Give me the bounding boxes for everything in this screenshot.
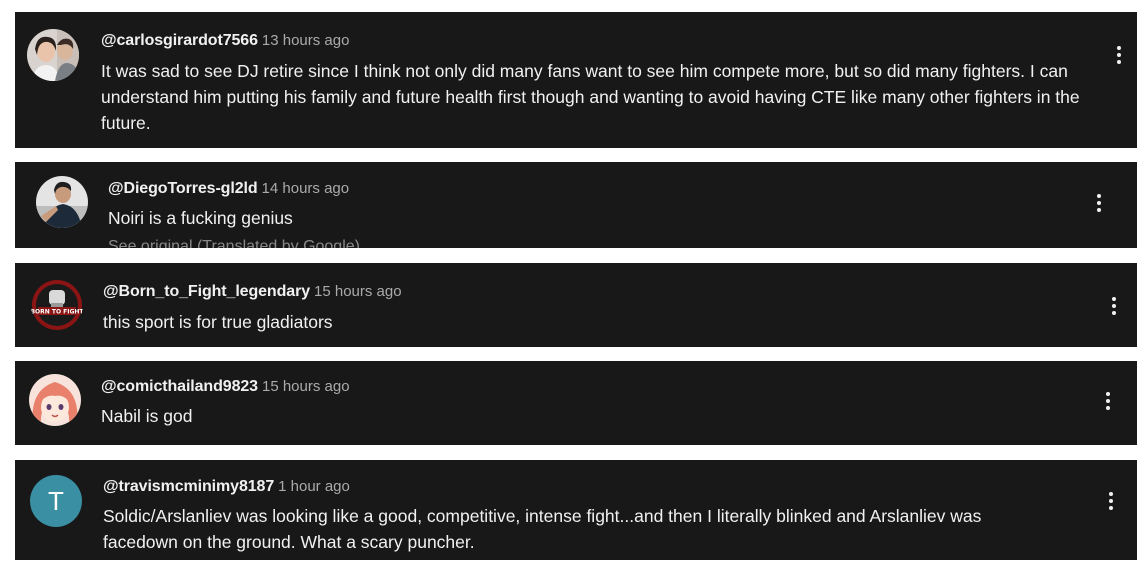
comment-timestamp[interactable]: 15 hours ago [314,283,402,300]
avatar-letter: T [30,475,82,527]
comment-author[interactable]: @carlosgirardot7566 [101,32,258,49]
comment-header: @DiegoTorres-gl2ld 14 hours ago [108,180,349,198]
more-options-button[interactable] [1107,293,1121,319]
person-photo-icon [36,176,88,228]
comment-card: @carlosgirardot7566 13 hours ago It was s… [15,12,1137,148]
comment-timestamp[interactable]: 15 hours ago [262,378,350,395]
comment-timestamp[interactable]: 1 hour ago [278,478,350,495]
avatar[interactable] [36,176,88,228]
comment-author[interactable]: @Born_to_Fight_legendary [103,283,310,300]
more-options-button[interactable] [1112,42,1126,68]
comment-author[interactable]: @DiegoTorres-gl2ld [108,180,258,197]
comment-text: Soldic/Arslanliev was looking like a goo… [103,506,982,552]
comment-author[interactable]: @comicthailand9823 [101,378,258,395]
comment-text: It was sad to see DJ retire since I thin… [101,61,1080,133]
comment-card: @DiegoTorres-gl2ld 14 hours ago Noiri is … [15,162,1137,248]
comment-text: Nabil is god [101,406,193,426]
avatar[interactable]: BORN TO FIGHT [31,279,83,331]
avatar[interactable] [27,29,79,81]
born-to-fight-logo-icon: BORN TO FIGHT [31,279,83,331]
comment-timestamp[interactable]: 13 hours ago [262,32,350,49]
anime-girl-icon [29,374,81,426]
avatar[interactable] [29,374,81,426]
comment-header: @Born_to_Fight_legendary 15 hours ago [103,283,402,301]
comment-header: @comicthailand9823 15 hours ago [101,378,350,396]
comment-timestamp[interactable]: 14 hours ago [262,180,350,197]
comment-author[interactable]: @travismcminimy8187 [103,478,274,495]
couple-photo-icon [27,29,79,81]
comment-card: BORN TO FIGHT @Born_to_Fight_legendary 15… [15,263,1137,347]
see-original-link[interactable]: See original (Translated by Google) [108,238,360,248]
comment-header: @carlosgirardot7566 13 hours ago [101,32,349,50]
more-options-button[interactable] [1104,488,1118,514]
comment-text: Noiri is a fucking genius [108,208,293,228]
comment-card: T @travismcminimy8187 1 hour ago Soldic/A… [15,460,1137,560]
more-options-button[interactable] [1092,190,1106,216]
comment-card: @comicthailand9823 15 hours ago Nabil is … [15,361,1137,445]
svg-text:BORN TO FIGHT: BORN TO FIGHT [31,309,83,316]
comment-text: this sport is for true gladiators [103,312,333,332]
more-options-button[interactable] [1101,388,1115,414]
avatar[interactable]: T [30,475,82,527]
comment-header: @travismcminimy8187 1 hour ago [103,478,350,496]
